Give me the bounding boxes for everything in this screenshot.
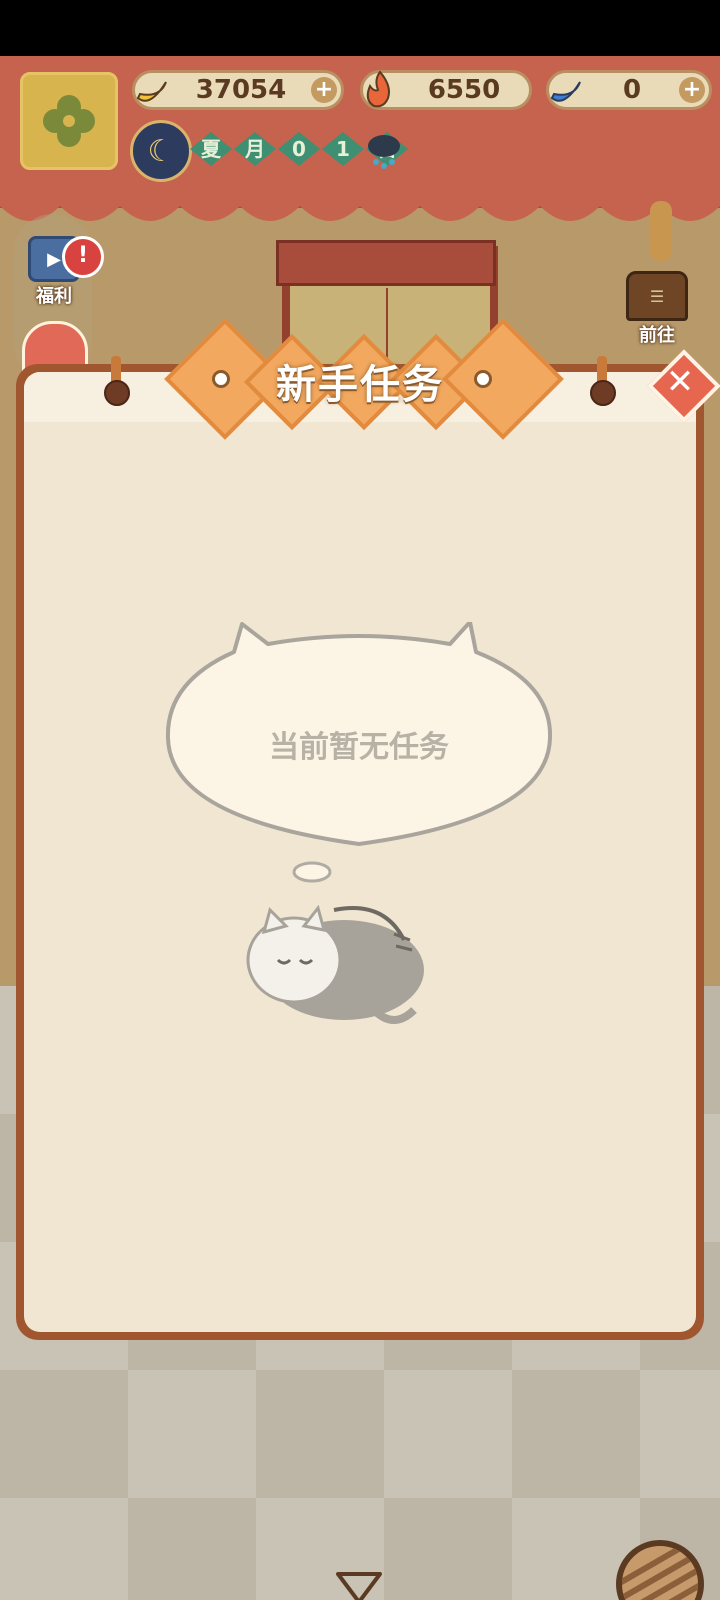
goto-button[interactable]: ☰ 前往 [618,271,696,351]
date-char: 夏 [190,132,232,166]
date-char: 月 [234,132,276,166]
fire-value: 6550 [427,75,501,105]
banana-counter: 37054 + [132,70,344,110]
dialog-title: 新手任务 [276,362,444,408]
fire-counter: 6550 [360,70,532,110]
add-banana-button[interactable]: + [311,77,337,103]
fire-icon [355,65,405,115]
date-char: 0 [278,132,320,166]
notification-badge: ! [62,236,104,278]
hanger-hook-right [590,356,616,406]
add-blue-banana-button[interactable]: + [679,77,705,103]
banana-value: 37054 [195,75,287,105]
banner-scallops [0,196,720,221]
dialog-title-banner: 新手任务 [164,318,564,440]
blue-banana-value: 0 [622,75,642,105]
empty-tasks-message: 当前暂无任务 [269,730,449,765]
blue-banana-counter: 0 + [546,70,712,110]
notice-board-icon: ☰ [626,271,688,321]
rope-decoration [650,201,672,261]
sleeping-cat-illustration [246,861,424,1024]
blue-banana-icon [541,65,591,115]
clover-icon [43,95,95,147]
hanger-hook-left [104,356,130,406]
close-button[interactable]: ✕ [647,349,720,423]
close-icon: ✕ [665,362,695,402]
date-char: 1 [322,132,364,166]
status-bar [0,0,720,56]
rain-cloud-icon[interactable] [360,126,408,174]
banana-icon [127,65,177,115]
welfare-label: 福利 [36,286,72,307]
player-avatar[interactable] [20,72,118,170]
newbie-tasks-dialog [16,364,704,1340]
goto-label: 前往 [639,325,675,346]
chevron-down-icon[interactable] [334,1568,384,1600]
moon-clock-icon[interactable]: ☾ [130,120,192,182]
dialog-panel [24,372,696,1332]
